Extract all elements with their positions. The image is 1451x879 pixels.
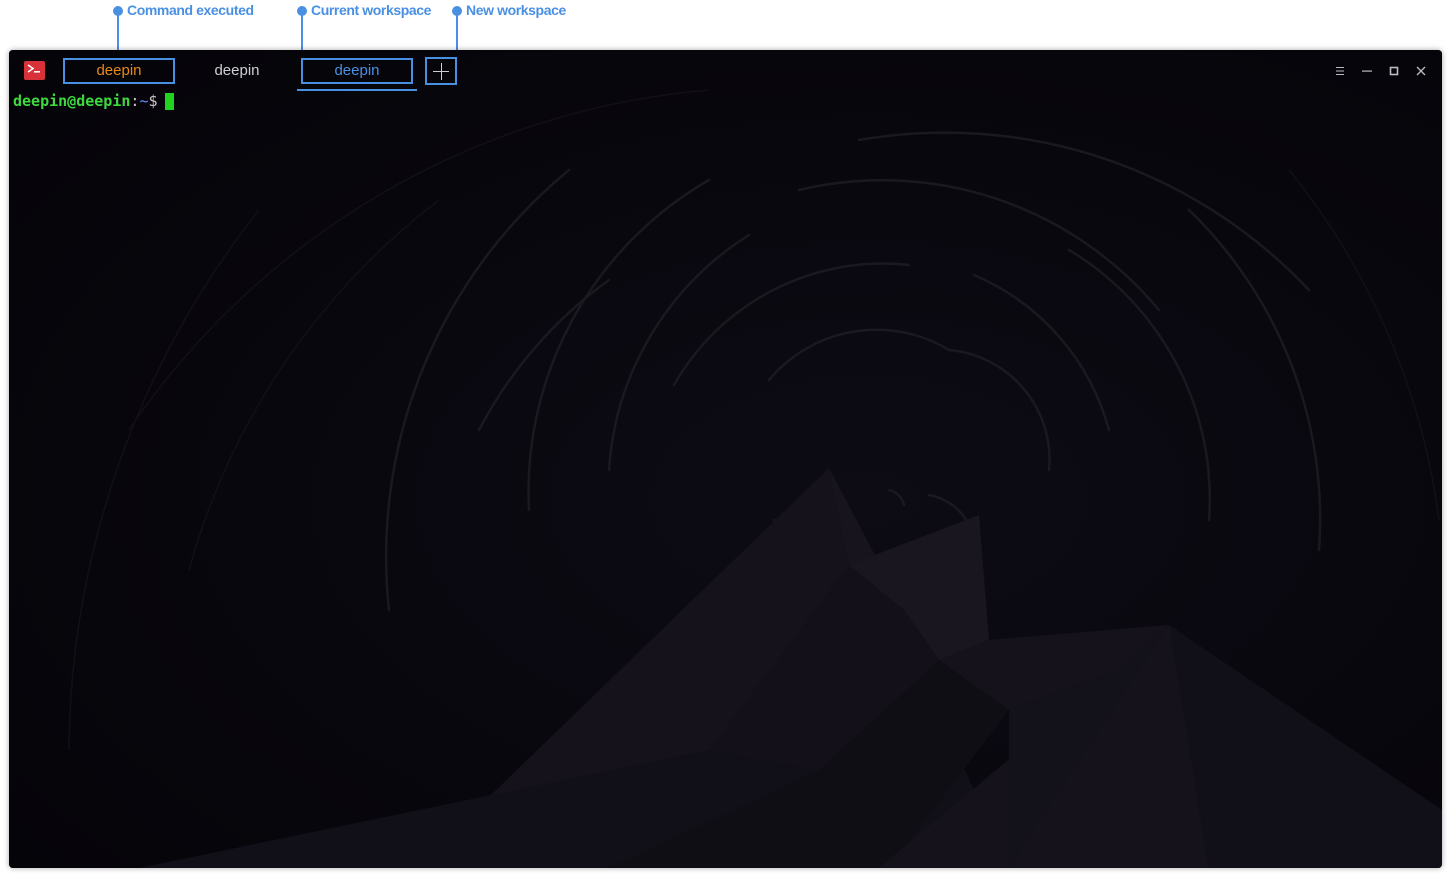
terminal-icon[interactable] [24, 61, 45, 80]
screenshot: Command executed Current workspace New w… [0, 0, 1451, 879]
tab-command-executed[interactable]: deepin [63, 58, 175, 84]
prompt-user-host: deepin@deepin [13, 92, 131, 110]
callout-label: New workspace [466, 2, 566, 18]
maximize-icon[interactable] [1386, 63, 1402, 79]
active-tab-indicator [297, 89, 417, 91]
minimize-icon[interactable] [1359, 63, 1375, 79]
new-workspace-button[interactable] [425, 57, 457, 85]
tab-label: deepin [214, 62, 260, 79]
prompt-symbol: $ [148, 92, 167, 110]
tab-workspace[interactable]: deepin [179, 58, 295, 84]
callout-line [117, 11, 119, 53]
terminal-cursor [165, 93, 174, 110]
menu-icon[interactable] [1332, 63, 1348, 79]
wallpaper-background [9, 50, 1442, 868]
callout-label: Command executed [127, 2, 254, 18]
title-bar[interactable]: deepin deepin deepin [9, 50, 1442, 92]
callout-line [456, 11, 458, 53]
close-icon[interactable] [1413, 63, 1429, 79]
tab-label: deepin [96, 62, 142, 79]
terminal-window[interactable]: deepin deepin deepin deepin@deepin:~$ [9, 50, 1442, 868]
callout-label: Current workspace [311, 2, 432, 18]
tab-label: deepin [334, 62, 380, 79]
callout-line [301, 11, 303, 53]
terminal-prompt[interactable]: deepin@deepin:~$ [13, 92, 167, 110]
tab-current-workspace[interactable]: deepin [301, 58, 413, 84]
